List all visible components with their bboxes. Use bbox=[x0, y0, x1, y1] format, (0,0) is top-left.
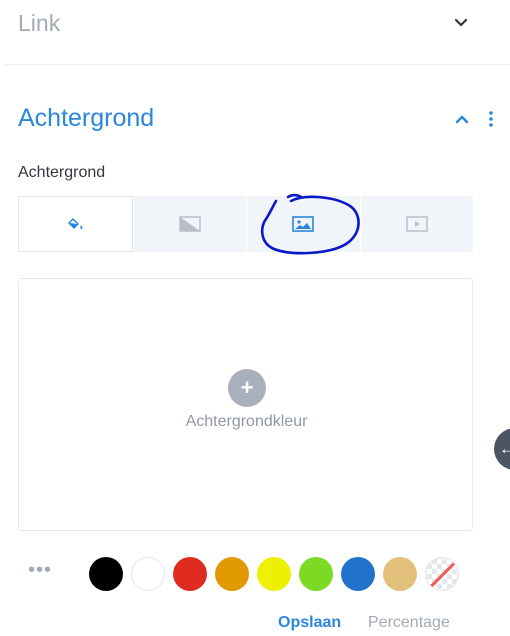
swatch-red[interactable] bbox=[173, 557, 207, 591]
link-section-header[interactable]: Link bbox=[18, 0, 500, 64]
video-icon bbox=[406, 216, 428, 232]
swatch-no-color[interactable] bbox=[425, 557, 459, 591]
swatch-orange[interactable] bbox=[215, 557, 249, 591]
image-icon bbox=[292, 216, 315, 232]
background-color-preview[interactable]: + Achtergrondkleur bbox=[18, 278, 473, 531]
swatch-white[interactable] bbox=[131, 557, 165, 591]
tab-gradient[interactable] bbox=[132, 196, 246, 252]
color-swatch-list bbox=[89, 557, 469, 591]
link-section-title: Link bbox=[18, 10, 61, 36]
swatch-yellow[interactable] bbox=[257, 557, 291, 591]
save-button[interactable]: Opslaan bbox=[278, 614, 341, 632]
add-icon[interactable]: + bbox=[228, 369, 266, 407]
chevron-up-icon[interactable] bbox=[455, 114, 469, 124]
background-field-label: Achtergrond bbox=[18, 164, 106, 181]
gradient-icon bbox=[179, 216, 201, 232]
swatch-black[interactable] bbox=[89, 557, 123, 591]
tab-video[interactable] bbox=[359, 196, 473, 252]
background-type-tabs bbox=[18, 196, 473, 252]
background-color-label: Achtergrondkleur bbox=[185, 413, 308, 430]
more-colors-button[interactable]: ••• bbox=[28, 560, 52, 580]
swatch-green[interactable] bbox=[299, 557, 333, 591]
percentage-button[interactable]: Percentage bbox=[368, 614, 450, 632]
more-options-icon[interactable] bbox=[485, 110, 497, 128]
side-panel-toggle[interactable]: ← bbox=[494, 428, 510, 470]
tab-image[interactable] bbox=[246, 196, 360, 252]
section-divider bbox=[4, 64, 510, 65]
background-section-title[interactable]: Achtergrond bbox=[18, 104, 154, 133]
arrow-left-icon: ← bbox=[499, 439, 510, 458]
swatch-tan[interactable] bbox=[383, 557, 417, 591]
tab-color[interactable] bbox=[18, 196, 133, 252]
swatch-blue[interactable] bbox=[341, 557, 375, 591]
chevron-down-icon[interactable] bbox=[454, 18, 468, 28]
paint-bucket-icon bbox=[68, 218, 83, 230]
